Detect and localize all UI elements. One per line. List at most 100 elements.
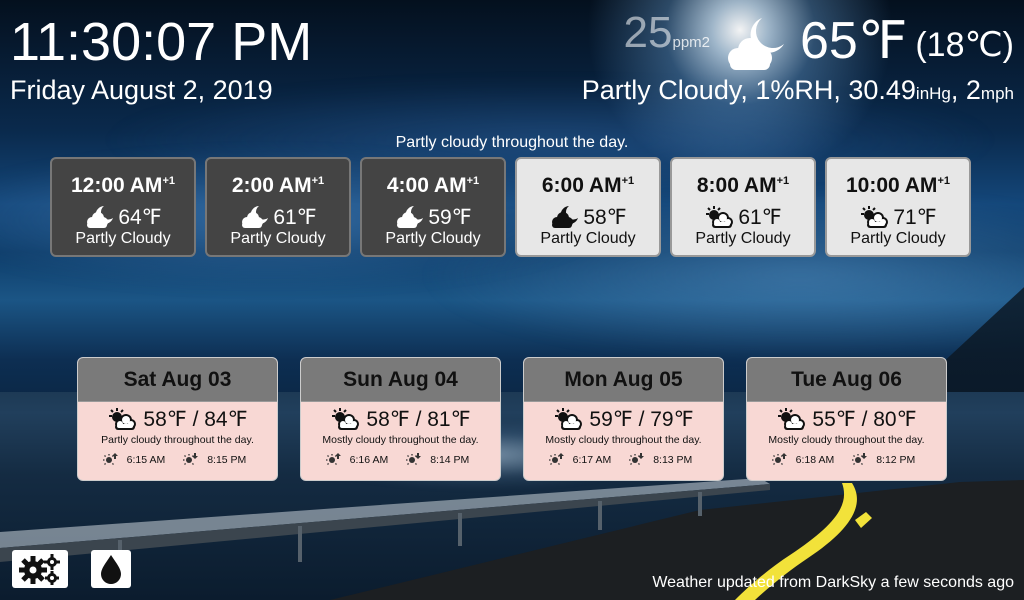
- partly-cloudy-day-icon: [332, 408, 360, 430]
- hourly-temp: 59℉: [428, 205, 472, 229]
- sunset: 8:14 PM: [406, 452, 475, 466]
- daily-date: Tue Aug 06: [747, 358, 946, 402]
- partly-cloudy-day-icon: [706, 206, 734, 228]
- next-day-marker: +1: [466, 175, 480, 187]
- hourly-time: 10:00 AM+1: [827, 169, 969, 198]
- hourly-temp: 61℉: [273, 205, 317, 229]
- sunrise-time: 6:17 AM: [572, 454, 612, 466]
- daily-summary: Mostly cloudy throughout the day.: [322, 434, 479, 446]
- daily-weather-row: 55℉ / 80℉: [747, 406, 946, 432]
- hourly-temp: 71℉: [893, 205, 937, 229]
- hourly-time: 8:00 AM+1: [672, 169, 814, 198]
- current-details: Partly Cloudy, 1%RH, 30.49inHg, 2mph: [582, 74, 1014, 110]
- daily-weather-row: 58℉ / 84℉: [78, 406, 277, 432]
- hourly-card: 4:00 AM+1 59℉ Partly Cloudy: [360, 157, 506, 257]
- sun-times: 6:18 AM 8:12 PM: [747, 452, 946, 466]
- gears-icon: [19, 554, 60, 585]
- hourly-weather-row: 64℉: [52, 204, 194, 230]
- sunrise: 6:15 AM: [102, 452, 172, 466]
- sunset-icon: [406, 453, 422, 465]
- sunrise-icon: [325, 453, 341, 465]
- hourly-time: 12:00 AM+1: [52, 169, 194, 198]
- daily-temp-range: 58℉ / 84℉: [143, 407, 248, 431]
- current-temp-f: 65℉: [800, 12, 908, 70]
- next-day-marker: +1: [937, 175, 950, 187]
- daily-card: Tue Aug 06 55℉ / 80℉ Mostly cloudy through…: [746, 357, 947, 481]
- daily-card: Sun Aug 04 58℉ / 81℉ Mostly cloudy through…: [300, 357, 501, 481]
- hourly-time: 4:00 AM+1: [362, 169, 504, 198]
- current-temp-c: (18℃): [915, 26, 1014, 64]
- next-day-marker: +1: [621, 175, 635, 187]
- sunset-time: 8:13 PM: [653, 454, 693, 466]
- sunset: 8:13 PM: [629, 452, 698, 466]
- sunset-icon: [852, 453, 868, 465]
- partly-cloudy-night-icon: [397, 206, 424, 228]
- water-drop-icon: [101, 555, 121, 584]
- settings-button[interactable]: [12, 550, 68, 588]
- sunrise-time: 6:16 AM: [349, 454, 389, 466]
- partly-cloudy-day-icon: [555, 408, 583, 430]
- daily-weather-row: 59℉ / 79℉: [524, 406, 723, 432]
- hourly-time-text: 4:00 AM: [386, 174, 467, 197]
- hourly-card: 10:00 AM+1 71℉ Partly Cloudy: [825, 157, 971, 257]
- hourly-card: 8:00 AM+1 61℉ Partly Cloudy: [670, 157, 816, 257]
- hourly-weather-row: 61℉: [207, 204, 349, 230]
- water-drop-button[interactable]: [91, 550, 131, 588]
- sunrise-icon: [548, 453, 564, 465]
- sun-times: 6:16 AM 8:14 PM: [301, 452, 500, 466]
- wind-speed: , 2: [950, 75, 981, 105]
- hourly-time: 6:00 AM+1: [517, 169, 659, 198]
- sun-times: 6:17 AM 8:13 PM: [524, 452, 723, 466]
- sunset-icon: [629, 453, 645, 465]
- hourly-summary-text: Partly Cloudy: [540, 230, 636, 247]
- partly-cloudy-night-icon: [87, 206, 114, 228]
- daily-summary: Partly cloudy throughout the day.: [101, 434, 254, 446]
- partly-cloudy-day-icon: [109, 408, 137, 430]
- hourly-weather-row: 58℉: [517, 204, 659, 230]
- sunrise: 6:17 AM: [548, 452, 618, 466]
- partly-cloudy-night-icon: [728, 18, 785, 70]
- sunset-time: 8:12 PM: [876, 454, 916, 466]
- sunset-time: 8:15 PM: [207, 454, 247, 466]
- clock-date: Friday August 2, 2019: [10, 75, 273, 105]
- daily-temp-range: 55℉ / 80℉: [812, 407, 917, 431]
- wind-unit: mph: [980, 84, 1014, 103]
- daily-date: Mon Aug 05: [524, 358, 723, 402]
- current-conditions: 25ppm2 65℉ (18℃): [624, 8, 1014, 72]
- sunrise-time: 6:18 AM: [795, 454, 835, 466]
- daily-card: Mon Aug 05 59℉ / 79℉ Mostly cloudy through…: [523, 357, 724, 481]
- sun-times: 6:15 AM 8:15 PM: [78, 452, 277, 466]
- sunset-time: 8:14 PM: [430, 454, 470, 466]
- air-quality-value: 25ppm2: [624, 4, 710, 72]
- hourly-summary-text: Partly Cloudy: [75, 230, 171, 247]
- sunrise-icon: [771, 453, 787, 465]
- daily-summary: Mostly cloudy throughout the day.: [545, 434, 702, 446]
- hourly-time: 2:00 AM+1: [207, 169, 349, 198]
- partly-cloudy-night-icon: [242, 206, 269, 228]
- next-day-marker: +1: [162, 175, 175, 187]
- hourly-temp: 58℉: [583, 205, 627, 229]
- hourly-card: 6:00 AM+1 58℉ Partly Cloudy: [515, 157, 661, 257]
- sunrise-time: 6:15 AM: [126, 454, 166, 466]
- daily-temp-range: 58℉ / 81℉: [366, 407, 471, 431]
- hourly-time-text: 12:00 AM: [71, 174, 163, 197]
- hourly-weather-row: 61℉: [672, 204, 814, 230]
- daily-date: Sat Aug 03: [78, 358, 277, 402]
- next-day-marker: +1: [311, 175, 325, 187]
- hourly-summary-text: Partly Cloudy: [230, 230, 326, 247]
- hourly-summary-text: Partly Cloudy: [385, 230, 481, 247]
- last-updated-status: Weather updated from DarkSky a few secon…: [652, 574, 1014, 591]
- hourly-summary-text: Partly Cloudy: [850, 230, 946, 247]
- pressure-unit: inHg: [915, 84, 951, 103]
- hourly-temp: 64℉: [118, 205, 162, 229]
- sunrise: 6:16 AM: [325, 452, 395, 466]
- daily-summary: Mostly cloudy throughout the day.: [768, 434, 925, 446]
- sunset: 8:12 PM: [852, 452, 921, 466]
- hourly-card: 12:00 AM+1 64℉ Partly Cloudy: [50, 157, 196, 257]
- daily-weather-row: 58℉ / 81℉: [301, 406, 500, 432]
- sunrise-icon: [102, 453, 118, 465]
- partly-cloudy-day-icon: [861, 206, 889, 228]
- hourly-summary-text: Partly Cloudy: [695, 230, 791, 247]
- hourly-time-text: 2:00 AM: [231, 174, 312, 197]
- sunset-icon: [183, 453, 199, 465]
